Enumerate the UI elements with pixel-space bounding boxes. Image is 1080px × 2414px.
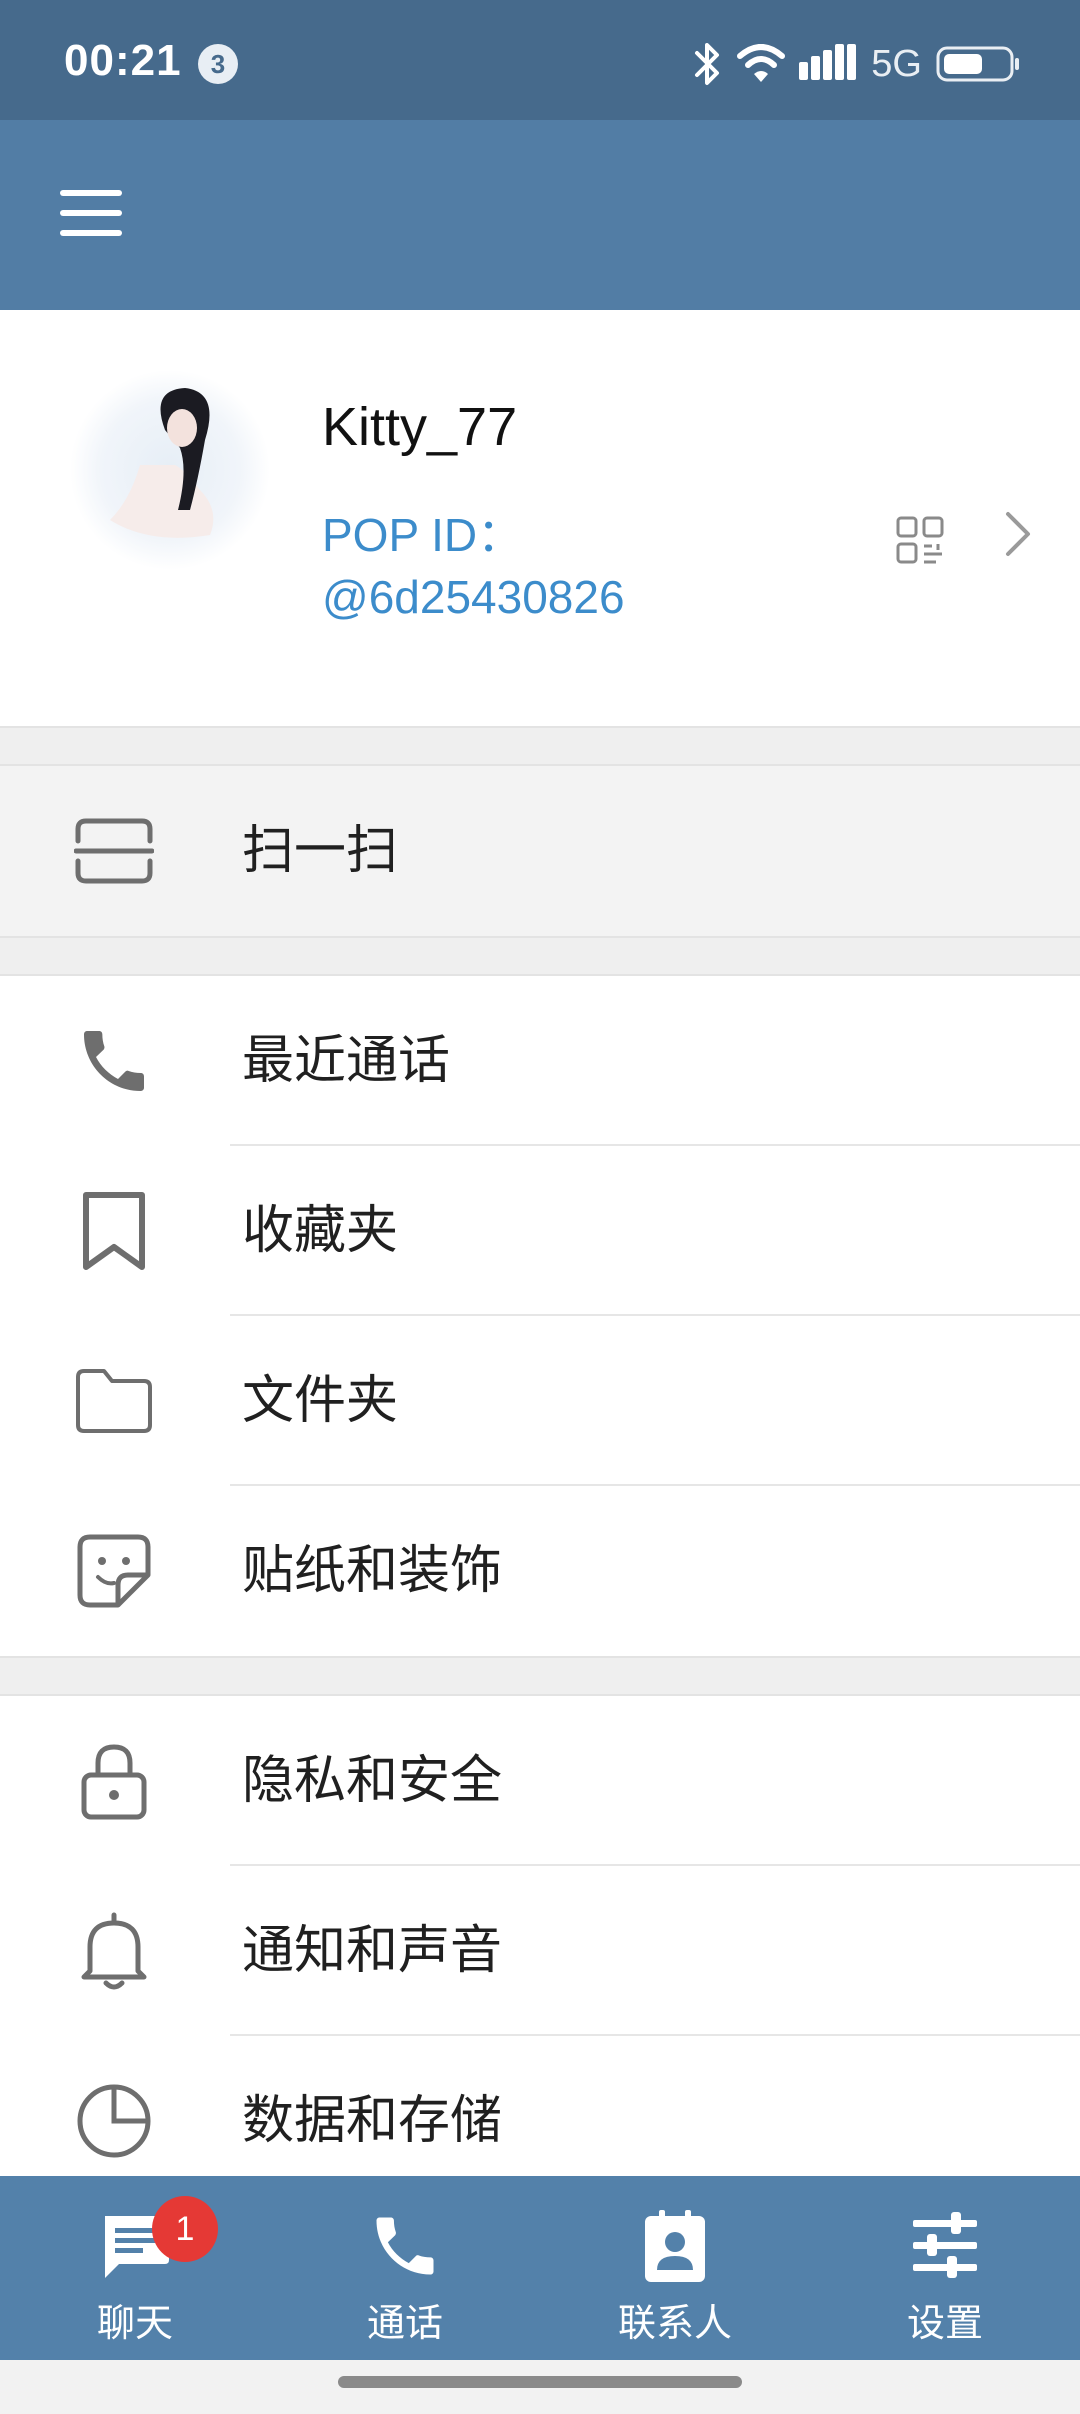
scan-icon bbox=[73, 811, 155, 891]
folder-icon bbox=[74, 1361, 154, 1441]
menu-item-folders[interactable]: 文件夹 bbox=[0, 1316, 1080, 1486]
menu-item-notifications[interactable]: 通知和声音 bbox=[0, 1866, 1080, 2036]
sticker-icon bbox=[74, 1531, 154, 1611]
menu-item-label: 文件夹 bbox=[242, 1371, 399, 1431]
nav-label: 设置 bbox=[906, 2301, 983, 2345]
menu-item-stickers[interactable]: 贴纸和装饰 bbox=[0, 1486, 1080, 1656]
menu-item-label: 通知和声音 bbox=[242, 1921, 503, 1981]
menu-item-label: 隐私和安全 bbox=[242, 1751, 503, 1811]
nav-item-contacts[interactable]: 联系人 bbox=[540, 2176, 810, 2360]
bluetooth-icon bbox=[695, 43, 720, 85]
profile-id-value: @6d25430826 bbox=[322, 571, 625, 623]
status-bar: 00:21 3 5G bbox=[0, 0, 1080, 120]
nav-label: 聊天 bbox=[96, 2301, 173, 2345]
chevron-right-icon[interactable] bbox=[1000, 506, 1036, 562]
nav-label: 联系人 bbox=[617, 2301, 732, 2345]
avatar[interactable] bbox=[70, 370, 270, 570]
nav-item-settings[interactable]: 设置 bbox=[810, 2176, 1080, 2360]
section-gap bbox=[0, 726, 1080, 766]
profile-card[interactable]: Kitty_77 POP ID： @6d25430826 bbox=[0, 310, 1080, 726]
bookmark-icon bbox=[74, 1191, 154, 1271]
nav-item-chats[interactable]: 1 聊天 bbox=[0, 2176, 270, 2360]
settings-sliders-icon bbox=[907, 2208, 983, 2284]
menu-item-scan[interactable]: 扫一扫 bbox=[0, 766, 1080, 936]
app-bar bbox=[0, 120, 1080, 310]
profile-id: POP ID： @6d25430826 bbox=[322, 504, 782, 628]
hamburger-menu-icon[interactable] bbox=[60, 190, 126, 242]
nav-item-calls[interactable]: 通话 bbox=[270, 2176, 540, 2360]
bottom-navigation: 1 聊天 通话 联系人 设置 bbox=[0, 2176, 1080, 2360]
profile-name: Kitty_77 bbox=[322, 397, 518, 457]
unread-badge: 1 bbox=[152, 2196, 218, 2262]
signal-icon bbox=[799, 44, 857, 80]
menu-item-label: 收藏夹 bbox=[242, 1201, 399, 1261]
status-icons: 5G bbox=[693, 36, 1020, 92]
menu-item-label: 贴纸和装饰 bbox=[242, 1541, 503, 1601]
phone-icon bbox=[74, 1021, 154, 1101]
menu-item-favorites[interactable]: 收藏夹 bbox=[0, 1146, 1080, 1316]
gesture-bar[interactable] bbox=[338, 2376, 742, 2388]
bell-icon bbox=[74, 1911, 154, 1991]
phone-icon bbox=[367, 2208, 443, 2284]
menu-item-label: 扫一扫 bbox=[242, 821, 399, 881]
wifi-icon bbox=[737, 44, 786, 82]
menu-item-label: 最近通话 bbox=[242, 1031, 451, 1091]
lock-icon bbox=[74, 1741, 154, 1821]
battery-icon bbox=[936, 46, 1019, 82]
menu-item-recent-calls[interactable]: 最近通话 bbox=[0, 976, 1080, 1146]
network-type: 5G bbox=[871, 42, 922, 85]
contacts-icon bbox=[637, 2208, 713, 2284]
section-gap bbox=[0, 1656, 1080, 1696]
status-time: 00:21 bbox=[64, 36, 182, 85]
gesture-area bbox=[0, 2360, 1080, 2414]
pie-chart-icon bbox=[74, 2081, 154, 2161]
nav-label: 通话 bbox=[366, 2301, 443, 2345]
qr-code-icon[interactable] bbox=[896, 516, 944, 564]
profile-id-label: POP ID： bbox=[322, 509, 524, 561]
section-gap bbox=[0, 936, 1080, 976]
notification-count-badge: 3 bbox=[198, 44, 238, 84]
menu-item-privacy[interactable]: 隐私和安全 bbox=[0, 1696, 1080, 1866]
